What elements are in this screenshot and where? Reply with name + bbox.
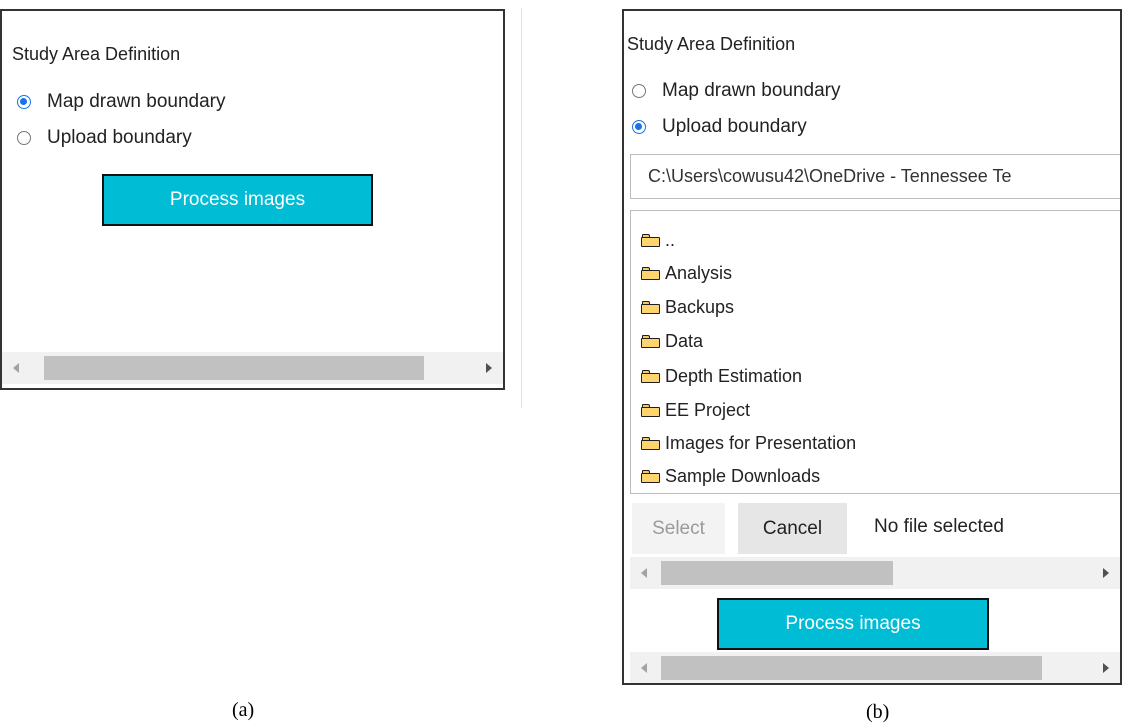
caption-b: (b)	[866, 701, 890, 723]
file-browser-list[interactable]: .. Analysis Backups Data Depth Estimatio…	[630, 210, 1120, 494]
select-button[interactable]: Select	[632, 503, 725, 554]
file-path-field[interactable]: C:\Users\cowusu42\OneDrive - Tennessee T…	[630, 154, 1120, 199]
divider	[521, 8, 522, 408]
folder-item[interactable]: Sample Downloads	[641, 462, 820, 490]
folder-item[interactable]: Analysis	[641, 259, 732, 287]
radio-map-drawn-boundary[interactable]: Map drawn boundary	[632, 78, 841, 104]
cancel-button[interactable]: Cancel	[738, 503, 847, 554]
arrow-right-icon[interactable]	[1092, 557, 1120, 589]
folder-item[interactable]: Data	[641, 327, 703, 355]
folder-icon	[641, 334, 660, 348]
radio-label: Map drawn boundary	[662, 80, 841, 101]
folder-icon	[641, 300, 660, 314]
folder-label: ..	[665, 229, 676, 250]
process-images-button[interactable]: Process images	[102, 174, 373, 226]
study-area-title: Study Area Definition	[12, 44, 181, 64]
folder-label: Sample Downloads	[665, 465, 821, 486]
folder-item[interactable]: Images for Presentation	[641, 429, 856, 457]
radio-label: Upload boundary	[662, 116, 807, 137]
folder-item[interactable]: Backups	[641, 293, 734, 321]
radio-label: Upload boundary	[47, 127, 192, 148]
folder-icon	[641, 403, 660, 417]
scrollbar-thumb[interactable]	[661, 561, 893, 585]
folder-item[interactable]: ..	[641, 226, 675, 254]
folder-item[interactable]: EE Project	[641, 396, 750, 424]
study-area-title: Study Area Definition	[627, 34, 796, 54]
radio-upload-boundary[interactable]: Upload boundary	[17, 125, 192, 151]
caption-a: (a)	[232, 699, 255, 721]
scrollbar-thumb[interactable]	[44, 356, 424, 380]
folder-label: Data	[665, 330, 704, 351]
process-images-button[interactable]: Process images	[717, 598, 989, 650]
arrow-right-icon[interactable]	[1092, 652, 1120, 683]
panel-a: Study Area Definition Map drawn boundary…	[0, 9, 505, 390]
folder-icon	[641, 469, 660, 483]
folder-label: Images for Presentation	[665, 432, 857, 453]
scrollbar-thumb[interactable]	[661, 656, 1042, 680]
folder-label: Backups	[665, 296, 735, 317]
folder-label: Analysis	[665, 262, 733, 283]
radio-label: Map drawn boundary	[47, 91, 226, 112]
horizontal-scrollbar[interactable]	[2, 352, 503, 384]
arrow-right-icon[interactable]	[475, 352, 503, 384]
horizontal-scrollbar[interactable]	[630, 652, 1120, 683]
radio-button[interactable]	[17, 95, 31, 109]
file-status-text: No file selected	[874, 516, 1004, 537]
arrow-left-icon[interactable]	[630, 652, 658, 683]
radio-map-drawn-boundary[interactable]: Map drawn boundary	[17, 89, 226, 115]
folder-icon	[641, 266, 660, 280]
radio-upload-boundary[interactable]: Upload boundary	[632, 114, 807, 140]
arrow-left-icon[interactable]	[630, 557, 658, 589]
arrow-left-icon[interactable]	[2, 352, 30, 384]
folder-label: EE Project	[665, 399, 751, 420]
folder-label: Depth Estimation	[665, 365, 803, 386]
radio-button[interactable]	[632, 120, 646, 134]
folder-icon	[641, 369, 660, 383]
panel-b: Study Area Definition Map drawn boundary…	[622, 9, 1122, 685]
horizontal-scrollbar[interactable]	[630, 557, 1120, 589]
folder-icon	[641, 233, 660, 247]
folder-icon	[641, 436, 660, 450]
folder-item[interactable]: Depth Estimation	[641, 362, 802, 390]
radio-button[interactable]	[17, 131, 31, 145]
radio-button[interactable]	[632, 84, 646, 98]
